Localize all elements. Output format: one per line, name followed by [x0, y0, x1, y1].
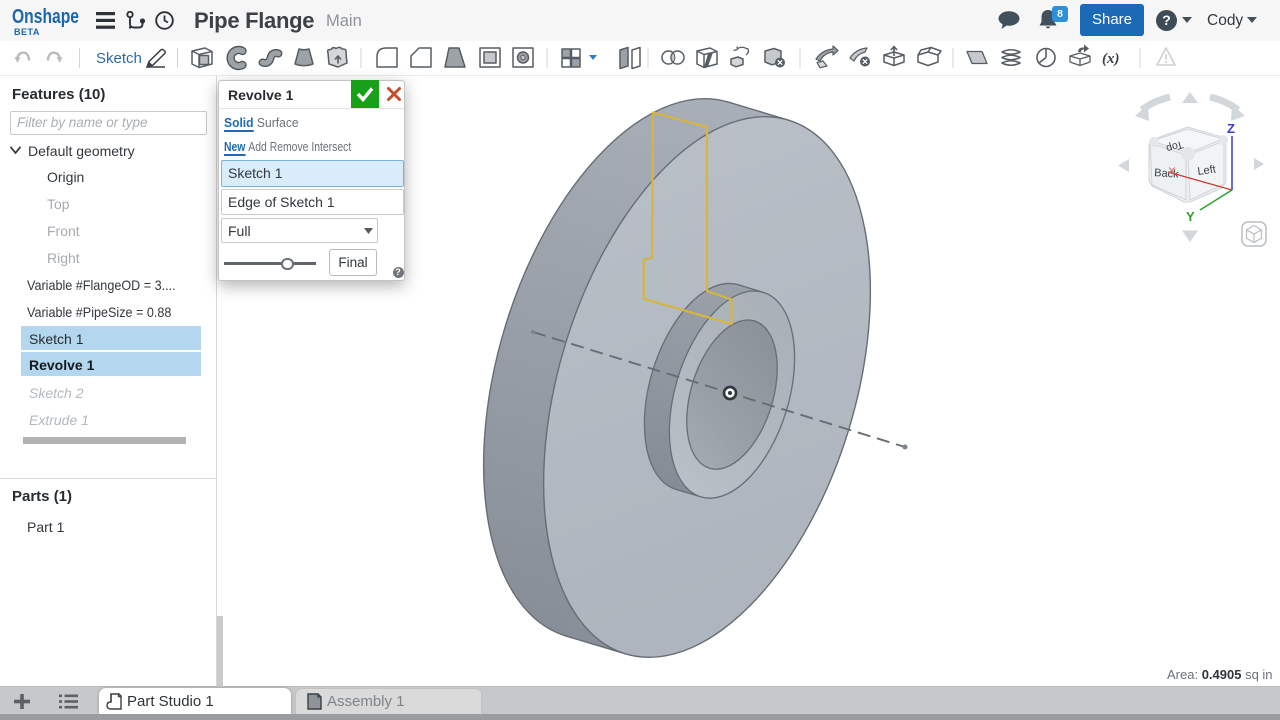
- svg-text:Onshape: Onshape: [12, 6, 79, 28]
- svg-text:(x): (x): [1102, 51, 1120, 67]
- svg-text:Left: Left: [1197, 164, 1217, 178]
- svg-text:Z: Z: [1227, 121, 1235, 136]
- svg-text:Y: Y: [1186, 209, 1195, 224]
